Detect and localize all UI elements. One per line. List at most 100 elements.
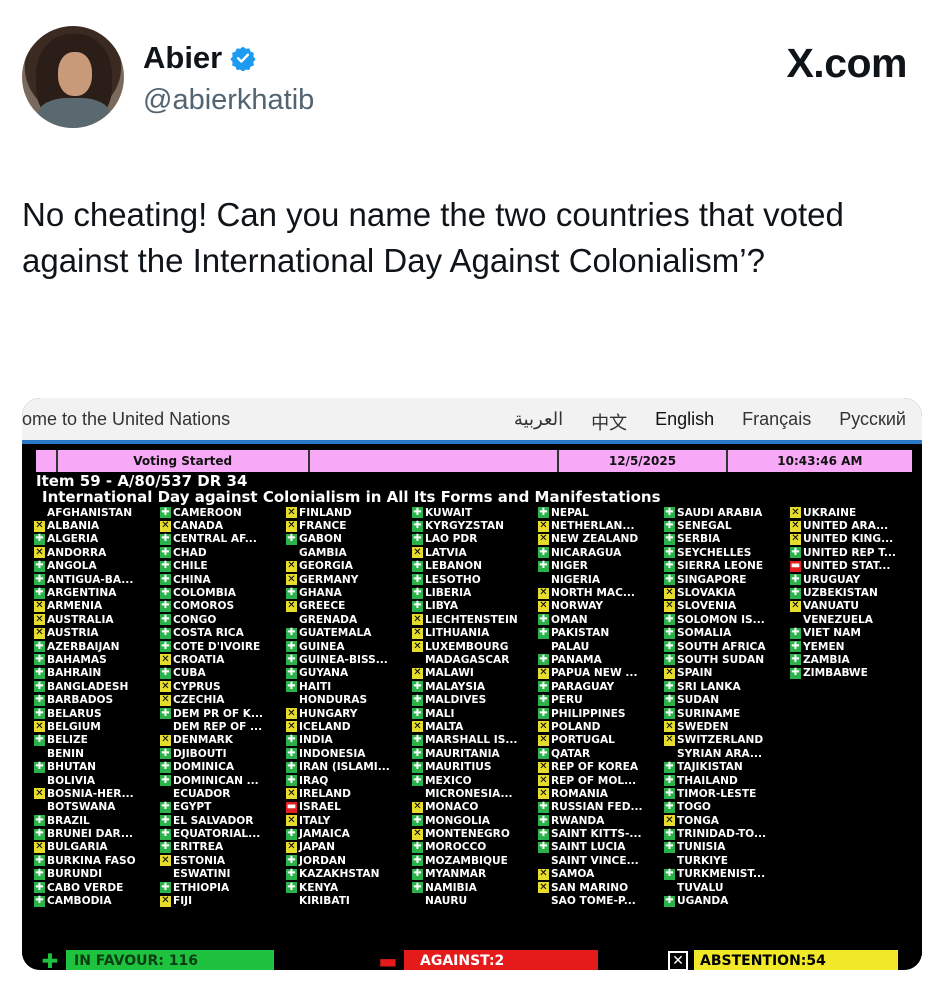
country-vote-row: ✚ ANGOLA: [34, 560, 160, 573]
abstain-vote-icon: ✕: [538, 787, 549, 800]
country-vote-row: ✚ MALAYSIA: [412, 680, 538, 693]
country-vote-row: ✕ SPAIN: [664, 667, 790, 680]
abstain-vote-icon: ✕: [790, 520, 801, 532]
country-name: EGYPT: [173, 801, 212, 814]
country-vote-row: ✚ GHANA: [286, 586, 412, 599]
country-vote-row: ✚ VIET NAM: [790, 627, 916, 640]
abstain-vote-icon: ✕: [412, 627, 423, 639]
country-name: CABO VERDE: [47, 881, 124, 894]
country-vote-row: ✚ BURUNDI: [34, 868, 160, 881]
country-vote-row: ✚ LEBANON: [412, 560, 538, 573]
vote-date: 12/5/2025: [559, 450, 728, 472]
country-vote-row: ▬ ISRAEL: [286, 801, 412, 814]
no-vote-recorded-icon: [538, 641, 549, 652]
country-vote-row: ✕ NORTH MAC...: [538, 586, 664, 599]
yes-vote-icon: ✚: [160, 707, 171, 720]
author-handle[interactable]: @abierkhatib: [143, 84, 314, 117]
country-name: DEM REP OF ...: [173, 720, 263, 733]
yes-vote-icon: ✚: [664, 506, 675, 519]
no-vote-recorded-icon: [538, 855, 549, 866]
country-name: HAITI: [299, 680, 332, 693]
country-name: NAURU: [425, 895, 468, 908]
yes-vote-icon: ✚: [664, 546, 675, 559]
country-vote-row: ✚ IRAQ: [286, 774, 412, 787]
no-vote-recorded-icon: [286, 614, 297, 625]
country-name: CAMBODIA: [47, 895, 112, 908]
abstain-vote-icon: ✕: [664, 720, 675, 733]
lang-russian[interactable]: Русский: [839, 409, 906, 435]
country-name: SWITZERLAND: [677, 734, 764, 747]
no-vote-recorded-icon: [34, 775, 45, 786]
country-name: MONGOLIA: [425, 814, 491, 827]
yes-vote-icon: ✚: [664, 828, 675, 840]
yes-vote-icon: ✚: [160, 841, 171, 853]
lang-french[interactable]: Français: [742, 409, 811, 435]
country-column: AFGHANISTAN ✕ ALBANIA ✚ ALGERIA ✕ ANDORRA ✚ ANGO…: [34, 506, 160, 908]
country-name: ICELAND: [299, 720, 351, 733]
country-name: SURINAME: [677, 707, 741, 720]
country-name: POLAND: [551, 720, 601, 733]
country-name: BELGIUM: [47, 720, 101, 733]
country-vote-row: ✚ CABO VERDE: [34, 881, 160, 894]
country-grid: AFGHANISTAN ✕ ALBANIA ✚ ALGERIA ✕ ANDORRA ✚ ANGO…: [34, 506, 916, 908]
country-vote-row: ✚ IRAN (ISLAMI...: [286, 760, 412, 773]
country-column: ✕ UKRAINE ✕ UNITED ARA... ✕ UNITED KING... ✚ UN…: [790, 506, 916, 908]
lang-arabic[interactable]: العربية: [514, 409, 563, 435]
lang-chinese[interactable]: 中文: [591, 409, 627, 435]
abstain-vote-icon: ✕: [412, 613, 423, 626]
country-name: SAMOA: [551, 868, 595, 881]
yes-vote-icon: ✚: [664, 787, 675, 800]
yes-vote-icon: ✚: [538, 814, 549, 827]
yes-vote-icon: ✚: [538, 546, 549, 559]
abstain-vote-icon: ✕: [160, 895, 171, 907]
abstain-vote-icon: ✕: [538, 734, 549, 746]
country-vote-row: ✕ CYPRUS: [160, 680, 286, 693]
author-name[interactable]: Abier: [143, 40, 256, 76]
country-vote-row: ✚ ZAMBIA: [790, 653, 916, 666]
country-vote-row: BOLIVIA: [34, 774, 160, 787]
country-vote-row: ▬ UNITED STAT...: [790, 560, 916, 573]
country-vote-row: ✚ MALDIVES: [412, 693, 538, 706]
country-vote-row: ✚ LIBYA: [412, 600, 538, 613]
no-vote-recorded-icon: [286, 695, 297, 706]
country-name: AZERBAIJAN: [47, 640, 120, 653]
country-name: UZBEKISTAN: [803, 587, 878, 600]
total-abstention: ✕ ABSTENTION:54: [668, 950, 898, 970]
country-vote-row: ✚ COTE D'IVOIRE: [160, 640, 286, 653]
yes-vote-icon: ✚: [160, 801, 171, 813]
country-name: PARAGUAY: [551, 680, 615, 693]
country-name: BRUNEI DAR...: [47, 828, 133, 841]
abstain-vote-icon: ✕: [286, 707, 297, 720]
abstain-vote-icon: ✕: [160, 680, 171, 693]
abstain-vote-icon: ✕: [538, 587, 549, 599]
embedded-image[interactable]: ome to the United Nations العربية 中文 Eng…: [22, 398, 922, 970]
country-vote-row: ✚ EGYPT: [160, 801, 286, 814]
country-vote-row: ✚ ALGERIA: [34, 533, 160, 546]
no-vote-icon: ▬: [790, 560, 801, 572]
yes-vote-icon: ✚: [664, 613, 675, 626]
country-name: HONDURAS: [299, 694, 368, 707]
country-name: ANTIGUA-BA...: [47, 573, 134, 586]
abstain-vote-icon: ✕: [34, 520, 45, 532]
lang-english[interactable]: English: [655, 409, 714, 435]
country-vote-row: ✕ UKRAINE: [790, 506, 916, 519]
country-name: PORTUGAL: [551, 734, 615, 747]
yes-vote-icon: ✚: [286, 653, 297, 666]
country-vote-row: ✕ ITALY: [286, 814, 412, 827]
no-vote-recorded-icon: [412, 896, 423, 907]
country-vote-row: GAMBIA: [286, 546, 412, 559]
country-vote-row: ✚ CUBA: [160, 667, 286, 680]
country-name: MALAWI: [425, 667, 474, 680]
un-topbar: ome to the United Nations العربية 中文 Eng…: [22, 398, 922, 440]
country-vote-row: ✚ JORDAN: [286, 854, 412, 867]
abstain-vote-icon: ✕: [412, 546, 423, 559]
country-vote-row: ✚ MYANMAR: [412, 868, 538, 881]
country-vote-row: ✕ NEW ZEALAND: [538, 533, 664, 546]
yes-vote-icon: ✚: [160, 640, 171, 653]
avatar[interactable]: [22, 26, 124, 128]
country-name: MYANMAR: [425, 868, 487, 881]
yes-vote-icon: ✚: [160, 613, 171, 626]
country-name: NIGER: [551, 560, 588, 573]
abstain-vote-icon: ✕: [286, 787, 297, 800]
country-vote-row: MADAGASCAR: [412, 653, 538, 666]
